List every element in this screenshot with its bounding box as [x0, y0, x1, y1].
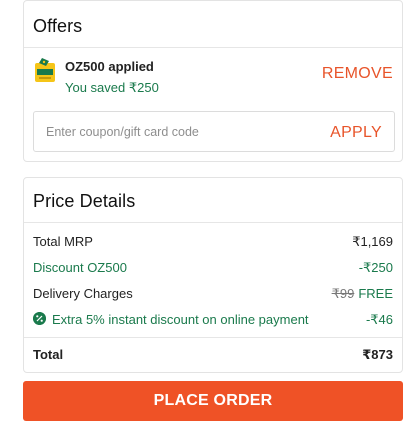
- delivery-free-text: FREE: [358, 286, 393, 301]
- apply-coupon-button[interactable]: APPLY: [330, 124, 382, 142]
- extra-discount-label: Extra 5% instant discount on online paym…: [52, 312, 309, 327]
- total-mrp-value: ₹1,169: [352, 234, 393, 249]
- coupon-code-input[interactable]: [34, 112, 314, 151]
- extra-discount-value: -₹46: [365, 312, 393, 327]
- price-details-divider: [24, 222, 402, 223]
- remove-coupon-button[interactable]: REMOVE: [322, 65, 393, 83]
- total-mrp-label: Total MRP: [33, 234, 93, 249]
- discount-value: -₹250: [358, 260, 393, 275]
- offers-divider: [24, 47, 402, 48]
- total-label: Total: [33, 347, 64, 362]
- delivery-value-group: ₹99 FREE: [332, 286, 393, 302]
- coupon-tag-icon: [35, 58, 55, 82]
- total-row: Total ₹873: [33, 347, 393, 363]
- coupon-entry-box: APPLY: [33, 111, 395, 152]
- discount-row: Discount OZ500 -₹250: [33, 260, 393, 276]
- price-details-card: Price Details Total MRP ₹1,169 Discount …: [23, 177, 403, 373]
- discount-label: Discount OZ500: [33, 260, 127, 275]
- applied-coupon-code: OZ500 applied: [65, 59, 154, 74]
- extra-discount-row: Extra 5% instant discount on online paym…: [33, 312, 393, 328]
- total-divider: [24, 337, 402, 338]
- total-value: ₹873: [362, 347, 393, 362]
- offers-card: Offers OZ500 applied You saved ₹250 REMO…: [23, 0, 403, 162]
- place-order-button[interactable]: PLACE ORDER: [23, 381, 403, 421]
- price-details-title: Price Details: [33, 191, 136, 211]
- delivery-original-price: ₹99: [331, 286, 355, 301]
- discount-badge-icon: [33, 312, 46, 325]
- delivery-row: Delivery Charges ₹99 FREE: [33, 286, 393, 302]
- total-mrp-row: Total MRP ₹1,169: [33, 234, 393, 250]
- delivery-label: Delivery Charges: [33, 286, 133, 301]
- coupon-saved-text: You saved ₹250: [65, 80, 159, 95]
- offers-title: Offers: [33, 16, 83, 36]
